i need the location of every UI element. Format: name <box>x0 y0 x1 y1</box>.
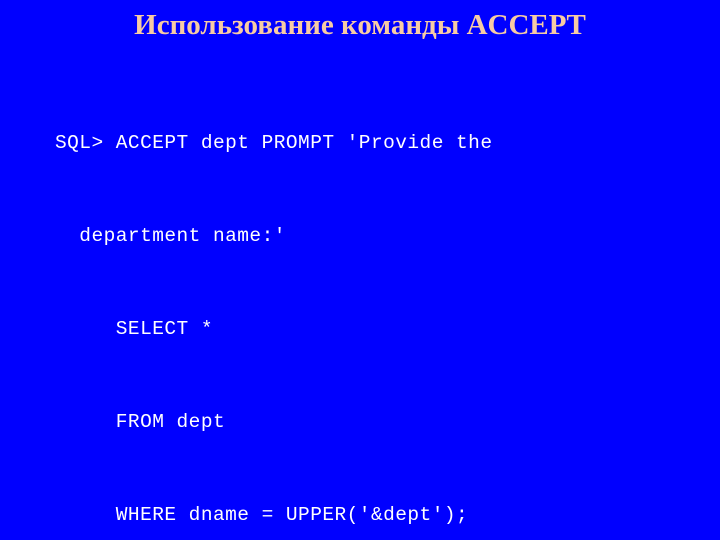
code-line-where: WHERE dname = UPPER('&dept'); <box>55 504 469 526</box>
code-line-accept-2: department name:' <box>55 225 286 247</box>
code-line-accept-1: SQL> ACCEPT dept PROMPT 'Provide the <box>55 132 493 154</box>
code-line-from: FROM dept <box>55 411 226 433</box>
code-block: SQL> ACCEPT dept PROMPT 'Provide the dep… <box>55 66 695 540</box>
page-title: Использование команды ACCEPT <box>134 9 586 41</box>
presentation-slide: Использование команды ACCEPT SQL> ACCEPT… <box>0 0 720 540</box>
code-line-select: SELECT * <box>55 318 213 340</box>
